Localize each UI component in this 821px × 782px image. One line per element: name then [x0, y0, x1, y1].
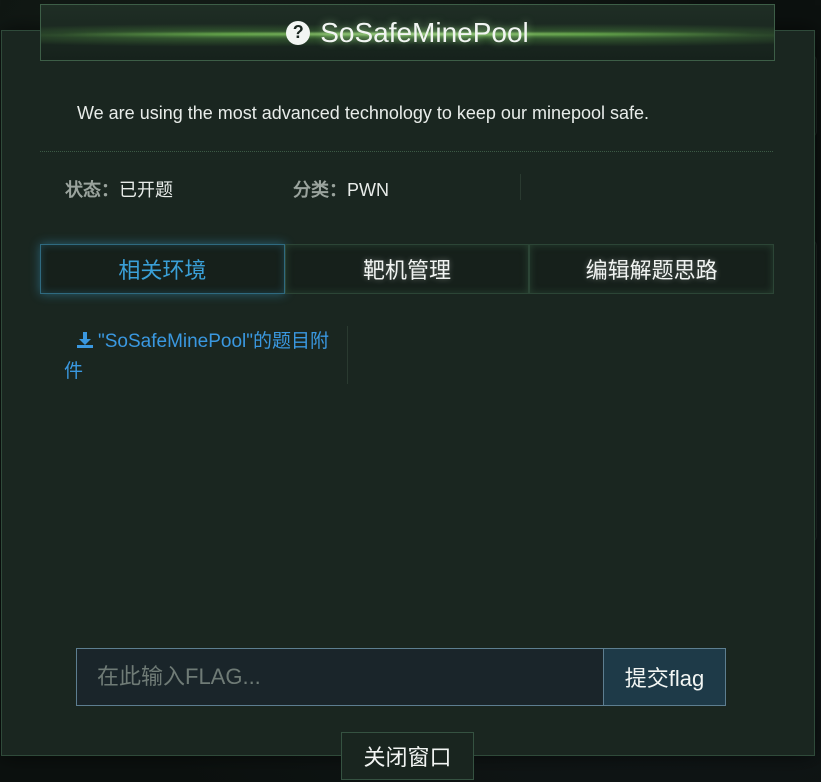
category-field: 分类：PWN: [293, 176, 389, 202]
section-divider: [40, 151, 773, 152]
challenge-description: We are using the most advanced technolog…: [77, 103, 650, 123]
modal-title: SoSafeMinePool: [320, 16, 529, 48]
meta-divider: [520, 174, 521, 200]
question-circle-icon: ?: [286, 20, 311, 45]
attachment-link[interactable]: "SoSafeMinePool"的题目附件: [64, 327, 334, 387]
attachment-divider: [347, 326, 348, 384]
close-window-button[interactable]: 关闭窗口: [341, 732, 474, 780]
category-key: 分类：: [293, 180, 347, 200]
status-key: 状态：: [65, 180, 119, 200]
tab-edit-writeup[interactable]: 编辑解题思路: [529, 244, 775, 294]
tab-environment[interactable]: 相关环境: [40, 244, 285, 294]
tab-bar: 相关环境 靶机管理 编辑解题思路: [40, 244, 775, 294]
attachment-label[interactable]: "SoSafeMinePool"的题目附件: [64, 331, 329, 382]
status-field: 状态：已开题: [65, 176, 173, 202]
submit-flag-button[interactable]: 提交flag: [603, 648, 726, 706]
download-icon: [77, 332, 93, 348]
modal-title-bar: ? SoSafeMinePool: [40, 4, 775, 61]
title-content: ? SoSafeMinePool: [41, 5, 774, 60]
status-value: 已开题: [119, 180, 173, 200]
tab-target-management[interactable]: 靶机管理: [284, 244, 530, 294]
flag-input[interactable]: [76, 648, 604, 706]
category-value: PWN: [347, 180, 389, 200]
